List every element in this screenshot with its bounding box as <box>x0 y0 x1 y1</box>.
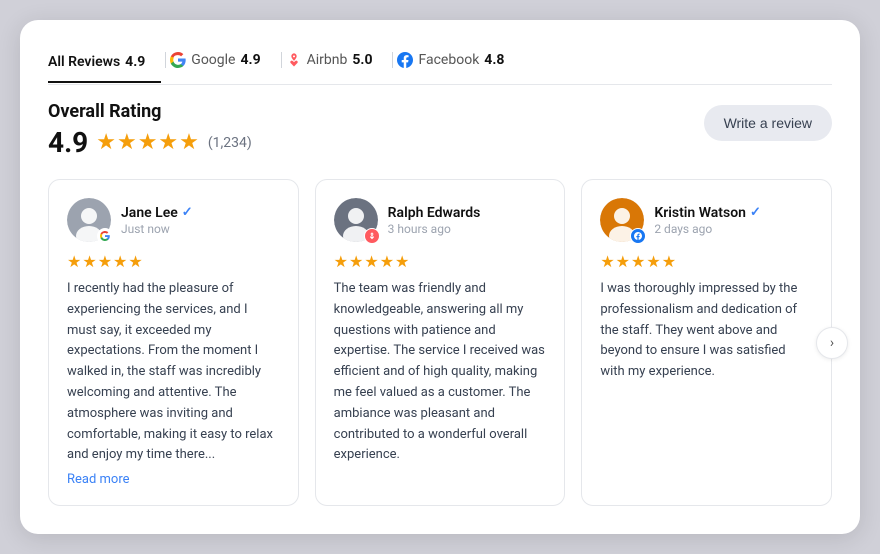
tab-facebook-score: 4.8 <box>484 52 504 68</box>
review-card-2: Ralph Edwards 3 hours ago ★★★★★ The team… <box>315 179 566 506</box>
tab-facebook[interactable]: Facebook 4.8 <box>397 48 520 72</box>
reviewer-info-3: Kristin Watson ✓ 2 days ago <box>654 205 761 236</box>
write-review-button[interactable]: Write a review <box>704 105 832 141</box>
tab-google-label: Google <box>191 52 235 68</box>
reviewer-header-3: Kristin Watson ✓ 2 days ago <box>600 198 813 242</box>
overall-count: (1,234) <box>208 135 252 151</box>
review-text-2: The team was friendly and knowledgeable,… <box>334 279 547 466</box>
airbnb-icon <box>286 52 302 68</box>
tab-google[interactable]: Google 4.9 <box>170 48 276 72</box>
reviewer-info-1: Jane Lee ✓ Just now <box>121 205 193 236</box>
tab-airbnb-score: 5.0 <box>352 52 372 68</box>
tab-all-label: All Reviews <box>48 54 120 70</box>
name-row-2: Ralph Edwards <box>388 205 481 221</box>
platform-badge-2 <box>364 228 380 244</box>
platform-badge-3 <box>630 228 646 244</box>
google-icon <box>170 52 186 68</box>
tab-all-score: 4.9 <box>125 54 145 70</box>
time-ago-1: Just now <box>121 222 193 236</box>
review-card-1: Jane Lee ✓ Just now ★★★★★ I recently had… <box>48 179 299 506</box>
stars-1: ★★★★★ <box>67 252 280 271</box>
overall-heading: Overall Rating <box>48 101 252 122</box>
stars-2: ★★★★★ <box>334 252 547 271</box>
tab-facebook-label: Facebook <box>418 52 479 68</box>
reviews-grid: Jane Lee ✓ Just now ★★★★★ I recently had… <box>48 179 832 506</box>
reviewer-name-3: Kristin Watson <box>654 205 746 221</box>
reviews-widget: All Reviews 4.9 Google 4.9 <box>20 20 860 534</box>
reviewer-header-1: Jane Lee ✓ Just now <box>67 198 280 242</box>
tab-google-score: 4.9 <box>240 52 260 68</box>
verified-icon-3: ✓ <box>750 205 761 220</box>
stars-3: ★★★★★ <box>600 252 813 271</box>
tab-divider-3 <box>392 52 393 68</box>
avatar-wrap-2 <box>334 198 378 242</box>
overall-score: 4.9 <box>48 126 88 159</box>
overall-stars: ★★★★★ <box>96 130 200 155</box>
avatar-wrap-1 <box>67 198 111 242</box>
review-text-3: I was thoroughly impressed by the profes… <box>600 279 813 383</box>
review-card-3: Kristin Watson ✓ 2 days ago ★★★★★ I was … <box>581 179 832 506</box>
name-row-3: Kristin Watson ✓ <box>654 205 761 221</box>
reviewer-name-1: Jane Lee <box>121 205 178 221</box>
tab-airbnb[interactable]: Airbnb 5.0 <box>286 48 389 72</box>
reviewer-info-2: Ralph Edwards 3 hours ago <box>388 205 481 236</box>
overall-score-row: 4.9 ★★★★★ (1,234) <box>48 126 252 159</box>
tab-airbnb-label: Airbnb <box>307 52 348 68</box>
overall-rating-section: Overall Rating 4.9 ★★★★★ (1,234) Write a… <box>48 101 832 159</box>
platform-badge-1 <box>97 228 113 244</box>
tab-all[interactable]: All Reviews 4.9 <box>48 50 161 83</box>
tab-divider-1 <box>165 52 166 68</box>
tab-divider-2 <box>281 52 282 68</box>
next-arrow-button[interactable]: › <box>816 327 848 359</box>
verified-icon-1: ✓ <box>182 205 193 220</box>
reviewer-header-2: Ralph Edwards 3 hours ago <box>334 198 547 242</box>
time-ago-3: 2 days ago <box>654 222 761 236</box>
overall-left: Overall Rating 4.9 ★★★★★ (1,234) <box>48 101 252 159</box>
avatar-wrap-3 <box>600 198 644 242</box>
review-text-1: I recently had the pleasure of experienc… <box>67 279 280 466</box>
platform-tabs: All Reviews 4.9 Google 4.9 <box>48 48 832 85</box>
time-ago-2: 3 hours ago <box>388 222 481 236</box>
name-row-1: Jane Lee ✓ <box>121 205 193 221</box>
read-more-1[interactable]: Read more <box>67 472 130 487</box>
facebook-icon <box>397 52 413 68</box>
reviewer-name-2: Ralph Edwards <box>388 205 481 221</box>
